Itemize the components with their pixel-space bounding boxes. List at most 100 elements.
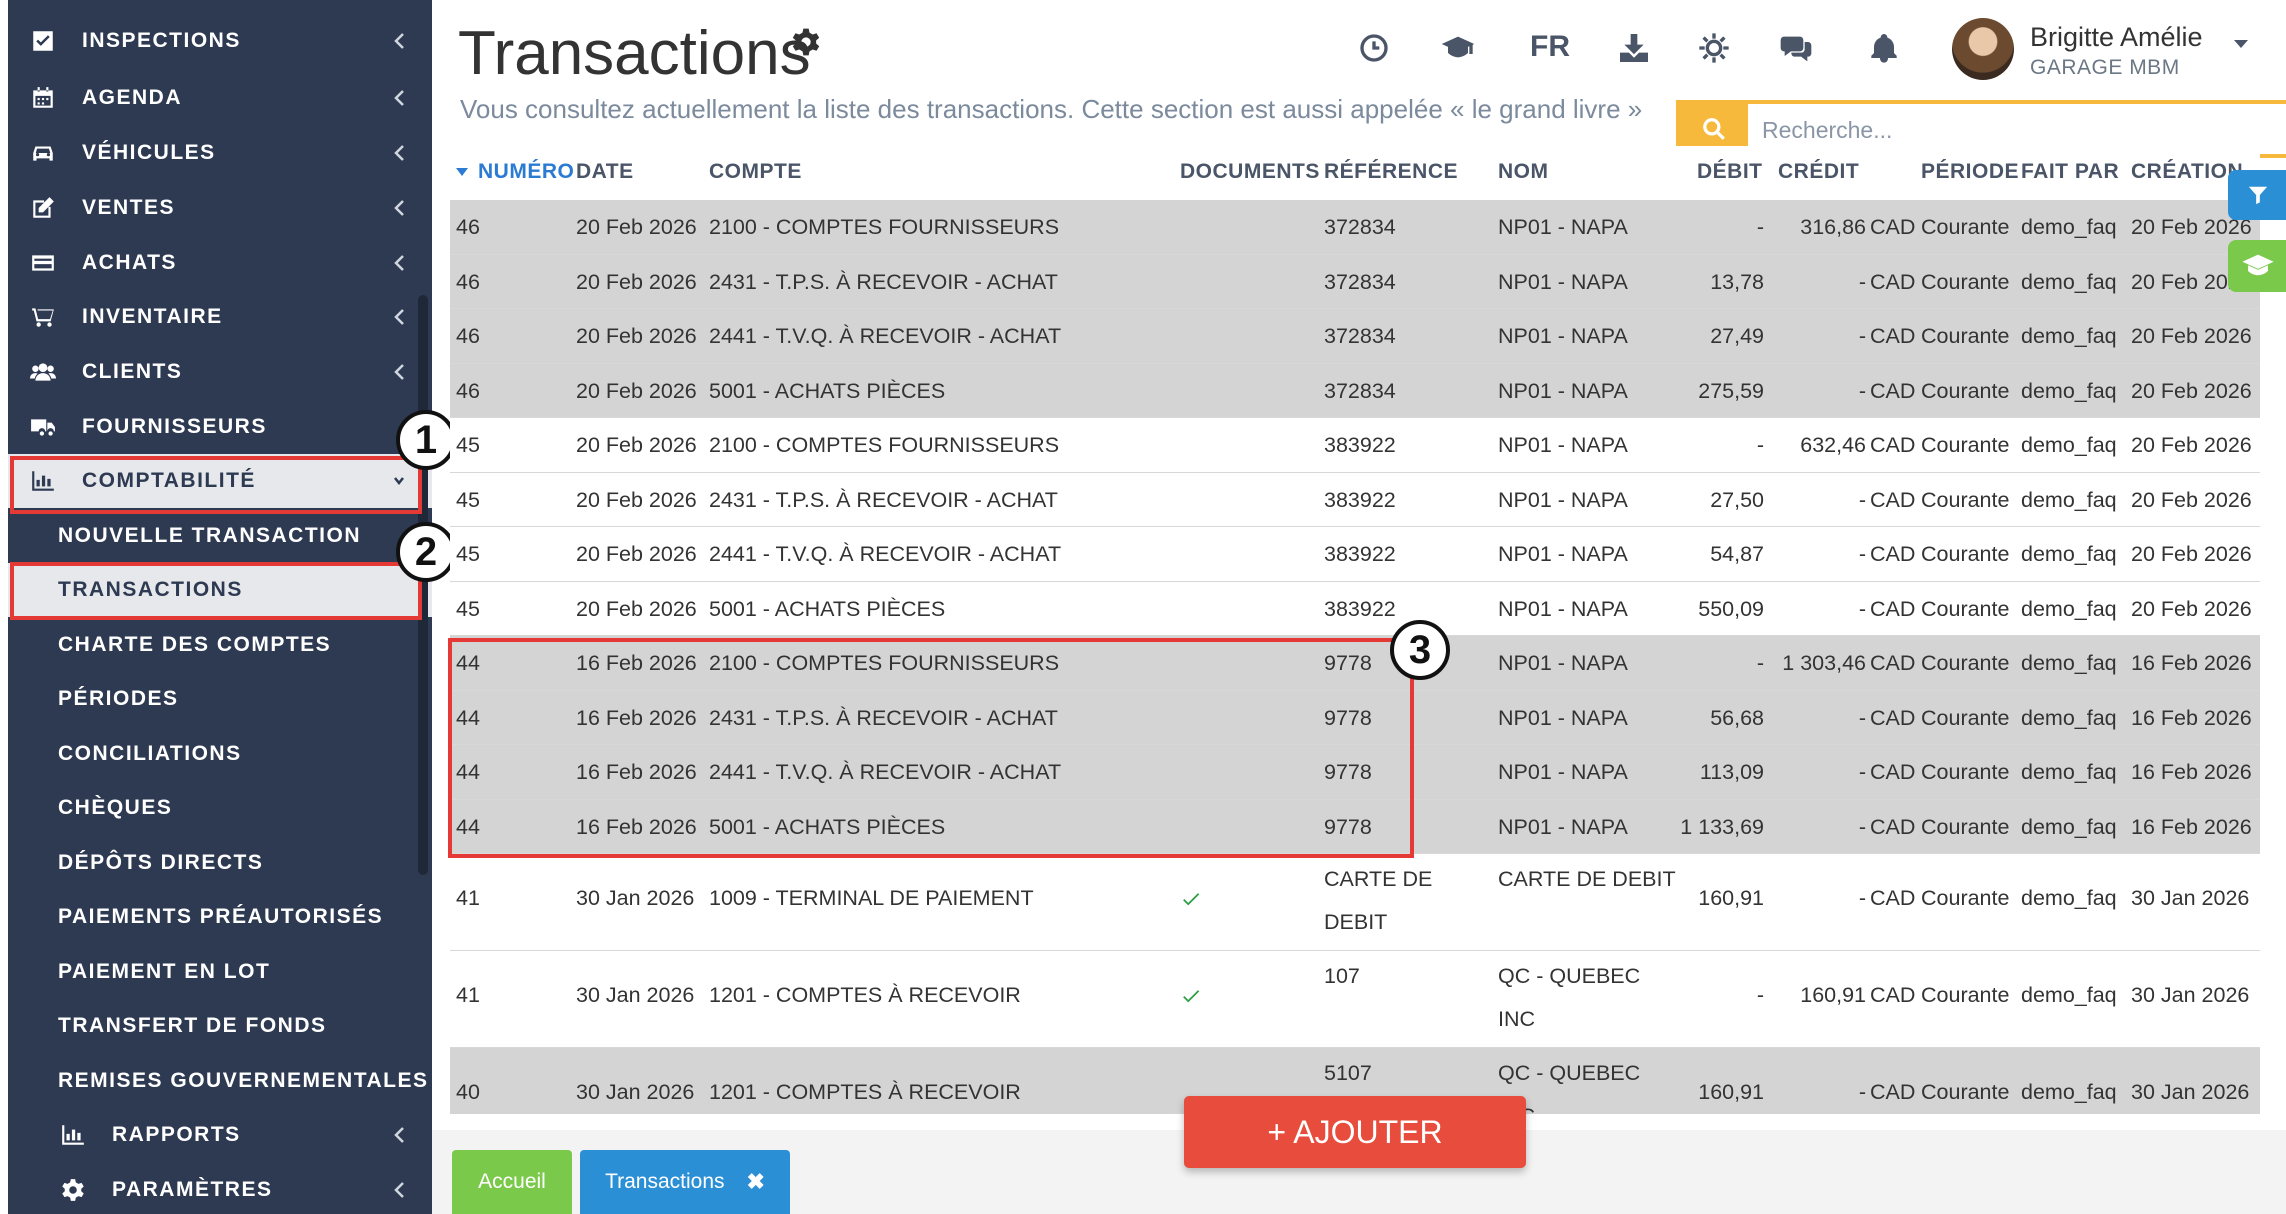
- cell-credit: -: [1858, 886, 1866, 910]
- sidebar-subitem-nouvelle-transaction[interactable]: NOUVELLE TRANSACTION: [8, 509, 432, 563]
- column-header-debit[interactable]: DÉBIT: [1697, 160, 1763, 184]
- sidebar-item-comptabilite[interactable]: COMPTABILITÉ: [8, 454, 432, 508]
- sidebar-item-label: CLIENTS: [82, 360, 183, 383]
- tutorial-button[interactable]: [2228, 240, 2286, 292]
- sidebar-item-agenda[interactable]: AGENDA: [8, 71, 432, 125]
- cell-debit: 1 133,69: [1680, 814, 1764, 839]
- bell-icon[interactable]: [1864, 28, 1904, 68]
- filter-button[interactable]: [2228, 170, 2286, 220]
- sidebar-item-inventaire[interactable]: INVENTAIRE: [8, 290, 432, 344]
- user-company: GARAGE MBM: [2030, 56, 2180, 79]
- column-header-compte[interactable]: COMPTE: [709, 160, 802, 184]
- cell-compte: 2100 - COMPTES FOURNISSEURS: [709, 651, 1060, 675]
- download-icon[interactable]: [1614, 28, 1654, 68]
- tab-transactions[interactable]: Transactions ✖: [580, 1150, 790, 1214]
- cell-fait-par: demo_faq: [2021, 705, 2117, 730]
- sidebar-subitem-paiements-preautorises[interactable]: PAIEMENTS PRÉAUTORISÉS: [8, 890, 432, 944]
- cell-nom: NP01 - NAPA: [1498, 760, 1628, 784]
- document-check-icon[interactable]: [1180, 985, 1202, 1013]
- table-row[interactable]: 46 20 Feb 2026 2100 - COMPTES FOURNISSEURS…: [450, 200, 2260, 255]
- truck-icon: [28, 412, 58, 442]
- cell-nom: NP01 - NAPA: [1498, 596, 1628, 621]
- table-row[interactable]: 44 16 Feb 2026 2431 - T.P.S. À RECEVOIR - …: [450, 690, 2260, 745]
- column-header-documents[interactable]: DOCUMENTS: [1180, 160, 1320, 184]
- cell-devise: CAD: [1870, 705, 1916, 730]
- sidebar-item-inspections[interactable]: INSPECTIONS: [8, 14, 432, 68]
- column-header-fait-par[interactable]: FAIT PAR: [2021, 160, 2119, 184]
- filter-icon: [2248, 186, 2268, 205]
- cell-nom: CARTE DE DEBIT: [1498, 867, 1676, 891]
- sidebar-scrollbar[interactable]: [418, 295, 428, 875]
- cell-fait-par: demo_faq: [2021, 886, 2117, 910]
- table-row[interactable]: 45 20 Feb 2026 2100 - COMPTES FOURNISSEURS…: [450, 418, 2260, 473]
- cell-num: 44: [456, 705, 480, 730]
- cell-periode: Courante: [1921, 705, 2010, 730]
- tab-accueil[interactable]: Accueil: [452, 1150, 572, 1214]
- cell-periode: Courante: [1921, 324, 2010, 348]
- sidebar-subitem-transactions[interactable]: TRANSACTIONS: [8, 563, 432, 617]
- sidebar-subitem-periodes[interactable]: PÉRIODES: [8, 672, 432, 726]
- table-row[interactable]: 45 20 Feb 2026 2431 - T.P.S. À RECEVOIR - …: [450, 472, 2260, 527]
- cell-debit: 54,87: [1710, 542, 1764, 566]
- sidebar-item-fournisseurs[interactable]: FOURNISSEURS: [8, 400, 432, 454]
- sidebar-subitem-remises-gouvernementales[interactable]: REMISES GOUVERNEMENTALES: [8, 1054, 432, 1108]
- search-input[interactable]: [1760, 110, 2284, 150]
- sun-icon[interactable]: [1694, 28, 1734, 68]
- cell-devise: CAD: [1870, 814, 1916, 839]
- chat-icon[interactable]: [1776, 28, 1816, 68]
- cell-compte: 2441 - T.V.Q. À RECEVOIR - ACHAT: [709, 760, 1062, 784]
- table-row[interactable]: 46 20 Feb 2026 2441 - T.V.Q. À RECEVOIR - …: [450, 309, 2260, 364]
- table-row[interactable]: 46 20 Feb 2026 2431 - T.P.S. À RECEVOIR - …: [450, 254, 2260, 309]
- language-toggle[interactable]: FR: [1530, 30, 1570, 64]
- table-row[interactable]: 44 16 Feb 2026 2100 - COMPTES FOURNISSEURS…: [450, 636, 2260, 691]
- table-row[interactable]: 44 16 Feb 2026 2441 - T.V.Q. À RECEVOIR - …: [450, 745, 2260, 800]
- avatar[interactable]: [1952, 18, 2014, 80]
- checkbox-icon: [28, 26, 58, 56]
- cell-date: 20 Feb 2026: [576, 378, 697, 403]
- column-header-nom[interactable]: NOM: [1498, 160, 1549, 184]
- graduation-cap-icon[interactable]: [1438, 28, 1478, 68]
- cell-num: 45: [456, 433, 480, 457]
- user-menu-caret-icon[interactable]: [2234, 40, 2248, 48]
- clock-icon[interactable]: [1354, 28, 1394, 68]
- column-header-numero[interactable]: NUMÉRO: [456, 160, 574, 184]
- close-icon[interactable]: ✖: [747, 1169, 765, 1195]
- sidebar-subitem-transfert-de-fonds[interactable]: TRANSFERT DE FONDS: [8, 999, 432, 1053]
- sidebar-subitem-cheques[interactable]: CHÈQUES: [8, 781, 432, 835]
- sidebar-item-ventes[interactable]: VENTES: [8, 181, 432, 235]
- column-header-periode[interactable]: PÉRIODE: [1921, 160, 2019, 184]
- sidebar-subitem-conciliations[interactable]: CONCILIATIONS: [8, 727, 432, 781]
- cell-devise: CAD: [1870, 433, 1916, 457]
- cell-periode: Courante: [1921, 487, 2010, 512]
- sidebar-item-achats[interactable]: ACHATS: [8, 236, 432, 290]
- sidebar-item-rapports[interactable]: RAPPORTS: [8, 1108, 432, 1162]
- cell-date: 20 Feb 2026: [576, 324, 697, 348]
- credit-card-icon: [28, 248, 58, 278]
- table-row[interactable]: 41 30 Jan 2026 1201 - COMPTES À RECEVOIR 10…: [450, 951, 2260, 1048]
- column-header-date[interactable]: DATE: [576, 160, 634, 184]
- user-name[interactable]: Brigitte Amélie: [2030, 22, 2203, 53]
- table-row[interactable]: 41 30 Jan 2026 1009 - TERMINAL DE PAIEMENT…: [450, 854, 2260, 951]
- table-row[interactable]: 45 20 Feb 2026 2441 - T.V.Q. À RECEVOIR - …: [450, 527, 2260, 582]
- sidebar-item-vehicules[interactable]: VÉHICULES: [8, 126, 432, 180]
- cell-debit: 160,91: [1698, 886, 1764, 910]
- document-check-icon[interactable]: [1180, 888, 1202, 916]
- add-button[interactable]: + AJOUTER: [1184, 1096, 1526, 1168]
- cell-debit: -: [1756, 651, 1764, 675]
- cell-ref: 372834: [1324, 269, 1396, 294]
- table-row[interactable]: 44 16 Feb 2026 5001 - ACHATS PIÈCES 9778 NP0…: [450, 799, 2260, 854]
- column-header-creation[interactable]: CRÉATION: [2131, 160, 2243, 184]
- table-row[interactable]: 45 20 Feb 2026 5001 - ACHATS PIÈCES 383922 N…: [450, 581, 2260, 636]
- sidebar-subitem-paiement-en-lot[interactable]: PAIEMENT EN LOT: [8, 945, 432, 999]
- sidebar-item-clients[interactable]: CLIENTS: [8, 345, 432, 399]
- column-header-reference[interactable]: RÉFÉRENCE: [1324, 160, 1458, 184]
- cell-ref: 383922: [1324, 433, 1396, 457]
- sidebar-subitem-charte-des-comptes[interactable]: CHARTE DES COMPTES: [8, 618, 432, 672]
- settings-gear-icon[interactable]: [790, 26, 822, 58]
- sidebar-item-parametres[interactable]: PARAMÈTRES: [8, 1163, 432, 1214]
- column-header-credit[interactable]: CRÉDIT: [1778, 160, 1859, 184]
- chevron-left-icon: [388, 195, 410, 221]
- sidebar-subitem-depots-directs[interactable]: DÉPÔTS DIRECTS: [8, 836, 432, 890]
- cell-num: 44: [456, 651, 480, 675]
- table-row[interactable]: 46 20 Feb 2026 5001 - ACHATS PIÈCES 372834 N…: [450, 363, 2260, 418]
